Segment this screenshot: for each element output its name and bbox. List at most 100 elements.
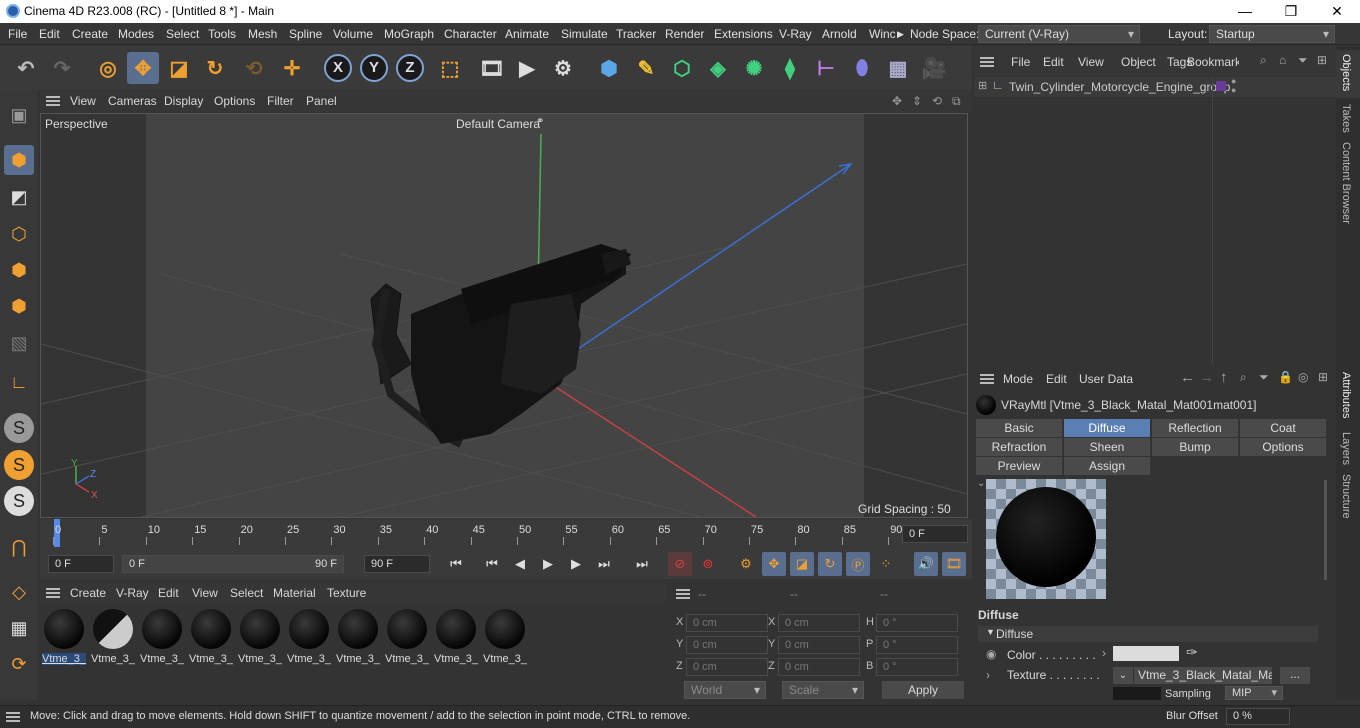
vp-maximize-icon[interactable]: ⧉ (952, 94, 961, 109)
viewport-hamburger-icon[interactable] (46, 96, 60, 106)
model-mode-icon[interactable]: ⬢ (4, 145, 34, 175)
forward-arrow-icon[interactable]: → (1199, 369, 1214, 386)
previous-frame-icon[interactable]: ◀ (508, 552, 532, 576)
edges-mode-icon[interactable]: ⬢ (4, 255, 34, 285)
axis-mode-icon[interactable]: ∟ (4, 367, 34, 397)
eyedropper-icon[interactable]: ✑ (1186, 644, 1198, 661)
obj-menu-file[interactable]: File (1011, 55, 1030, 69)
layer-color-tag[interactable] (1216, 81, 1226, 91)
go-to-end-icon[interactable]: ⏭ (630, 552, 654, 576)
solo-hierarchy-icon[interactable]: S (4, 486, 34, 516)
play-icon[interactable]: ▶ (536, 552, 560, 576)
range-slider[interactable]: 0 F 90 F (122, 555, 344, 573)
viewport-camera-name[interactable]: Default Camera (456, 117, 540, 131)
menu-character[interactable]: Character (444, 27, 497, 41)
key-position-icon[interactable]: ✥ (762, 552, 786, 576)
menu-simulate[interactable]: Simulate (561, 27, 608, 41)
attr-new-panel-icon[interactable]: ⊞ (1318, 370, 1328, 384)
coords-mode-dropdown[interactable]: World (684, 681, 766, 699)
tab-diffuse[interactable]: Diffuse (1064, 419, 1150, 437)
menu-volume[interactable]: Volume (333, 27, 373, 41)
obj-home-icon[interactable]: ⌂ (1279, 53, 1286, 67)
undo-icon[interactable]: ↶ (10, 52, 42, 84)
snap-magnet-icon[interactable]: ⋂ (4, 532, 34, 562)
mat-menu-edit[interactable]: Edit (158, 586, 179, 600)
deformer-icon[interactable]: ⊢ (810, 52, 842, 84)
node-space-dropdown[interactable]: Current (V-Ray) (978, 25, 1140, 43)
render-settings-icon[interactable]: ⚙ (547, 52, 579, 84)
menu-overflow-icon[interactable]: ▶ (897, 29, 904, 40)
z-axis-lock-button[interactable]: Z (396, 54, 424, 82)
close-button[interactable]: ✕ (1314, 0, 1360, 23)
menu-modes[interactable]: Modes (118, 27, 154, 41)
obj-search-icon[interactable]: ⌕ (1260, 53, 1267, 68)
object-row[interactable]: ⊞ ∟ Twin_Cylinder_Motorcycle_Engine_grou… (974, 77, 1336, 97)
coords-hamburger-icon[interactable] (676, 589, 690, 599)
coord-value-field[interactable]: 0 cm (686, 658, 768, 676)
attr-filter-icon[interactable]: ⏷ (1259, 370, 1269, 385)
menu-render[interactable]: Render (665, 27, 704, 41)
uv-mode-icon[interactable]: ▧ (4, 328, 34, 358)
mat-menu-view[interactable]: View (192, 586, 218, 600)
tab-basic[interactable]: Basic (976, 419, 1062, 437)
mat-menu-material[interactable]: Material (273, 586, 316, 600)
tab-sheen[interactable]: Sheen (1064, 438, 1150, 456)
menu-tools[interactable]: Tools (208, 27, 236, 41)
menu-mograph[interactable]: MoGraph (384, 27, 434, 41)
autokey-icon[interactable]: ⊚ (696, 552, 720, 576)
camera-icon[interactable]: 🎥 (918, 52, 950, 84)
object-hamburger-icon[interactable] (980, 57, 994, 67)
move-tool-icon[interactable]: ✥ (127, 52, 159, 84)
next-key-icon[interactable]: ⏭ (592, 552, 616, 576)
vtab-takes[interactable]: Takes (1340, 104, 1352, 133)
volume-icon[interactable]: ⧫ (774, 52, 806, 84)
end-frame-field[interactable]: 90 F (364, 555, 430, 573)
diffuse-group-header[interactable]: ▼ Diffuse (978, 626, 1318, 642)
menu-window[interactable]: Winc (869, 27, 896, 41)
workplane-icon[interactable]: ◇ (4, 577, 34, 607)
obj-new-panel-icon[interactable]: ⊞ (1317, 53, 1327, 67)
recent-tool-icon[interactable]: ⟲ (238, 52, 270, 84)
maximize-button[interactable]: ❐ (1268, 0, 1314, 23)
solo-single-icon[interactable]: S (4, 450, 34, 480)
minimize-button[interactable]: — (1222, 0, 1268, 23)
menu-spline[interactable]: Spline (289, 27, 322, 41)
texture-more-button[interactable]: ... (1280, 667, 1310, 684)
blur-offset-field[interactable]: 0 % (1226, 708, 1290, 725)
mat-menu-texture[interactable]: Texture (327, 586, 366, 600)
render-view-icon[interactable]: 🎞 (476, 52, 508, 84)
planar-workplane-icon[interactable]: ⟳ (4, 649, 34, 679)
vtab-objects[interactable]: Objects (1340, 54, 1352, 91)
rotate-tool-icon[interactable]: ↻ (199, 52, 231, 84)
back-arrow-icon[interactable]: ← (1180, 369, 1195, 386)
key-rotation-icon[interactable]: ↻ (818, 552, 842, 576)
tab-refraction[interactable]: Refraction (976, 438, 1062, 456)
coords-type-dropdown[interactable]: Scale (782, 681, 864, 699)
floor-icon[interactable]: ▦ (882, 52, 914, 84)
sound-icon[interactable]: 🔊 (914, 552, 938, 576)
polygons-mode-icon[interactable]: ⬢ (4, 291, 34, 321)
texture-menu-icon[interactable]: ⌄ (1113, 667, 1133, 684)
attr-hamburger-icon[interactable] (980, 374, 994, 384)
vp-menu-display[interactable]: Display (164, 94, 203, 108)
expand-icon[interactable]: ⊞ (978, 79, 987, 92)
mat-menu-select[interactable]: Select (230, 586, 263, 600)
material-swatch[interactable]: Vtme_3_ (42, 609, 86, 667)
coord-value-field[interactable]: 0 cm (686, 614, 768, 632)
pen-icon[interactable]: ✎ (630, 52, 662, 84)
mat-menu-vray[interactable]: V-Ray (116, 586, 149, 600)
vp-menu-filter[interactable]: Filter (267, 94, 294, 108)
visibility-dots-icon[interactable]: ● ● (1231, 77, 1236, 95)
viewport[interactable]: Y Z X Perspective Default Camera ⚭ Grid … (40, 113, 968, 518)
menu-edit[interactable]: Edit (39, 27, 60, 41)
tab-preview-settings[interactable]: Preview Settings (976, 457, 1062, 491)
attr-menu-user-data[interactable]: User Data (1079, 372, 1133, 386)
locked-workplane-icon[interactable]: ▦ (4, 613, 34, 643)
material-hamburger-icon[interactable] (46, 588, 60, 598)
material-swatch[interactable]: Vtme_3_ (91, 609, 135, 667)
material-swatch[interactable]: Vtme_3_ (189, 609, 233, 667)
cube-icon[interactable]: ⬢ (593, 52, 625, 84)
key-pla-icon[interactable]: ⁘ (874, 552, 898, 576)
mat-menu-create[interactable]: Create (70, 586, 106, 600)
obj-menu-edit[interactable]: Edit (1043, 55, 1064, 69)
